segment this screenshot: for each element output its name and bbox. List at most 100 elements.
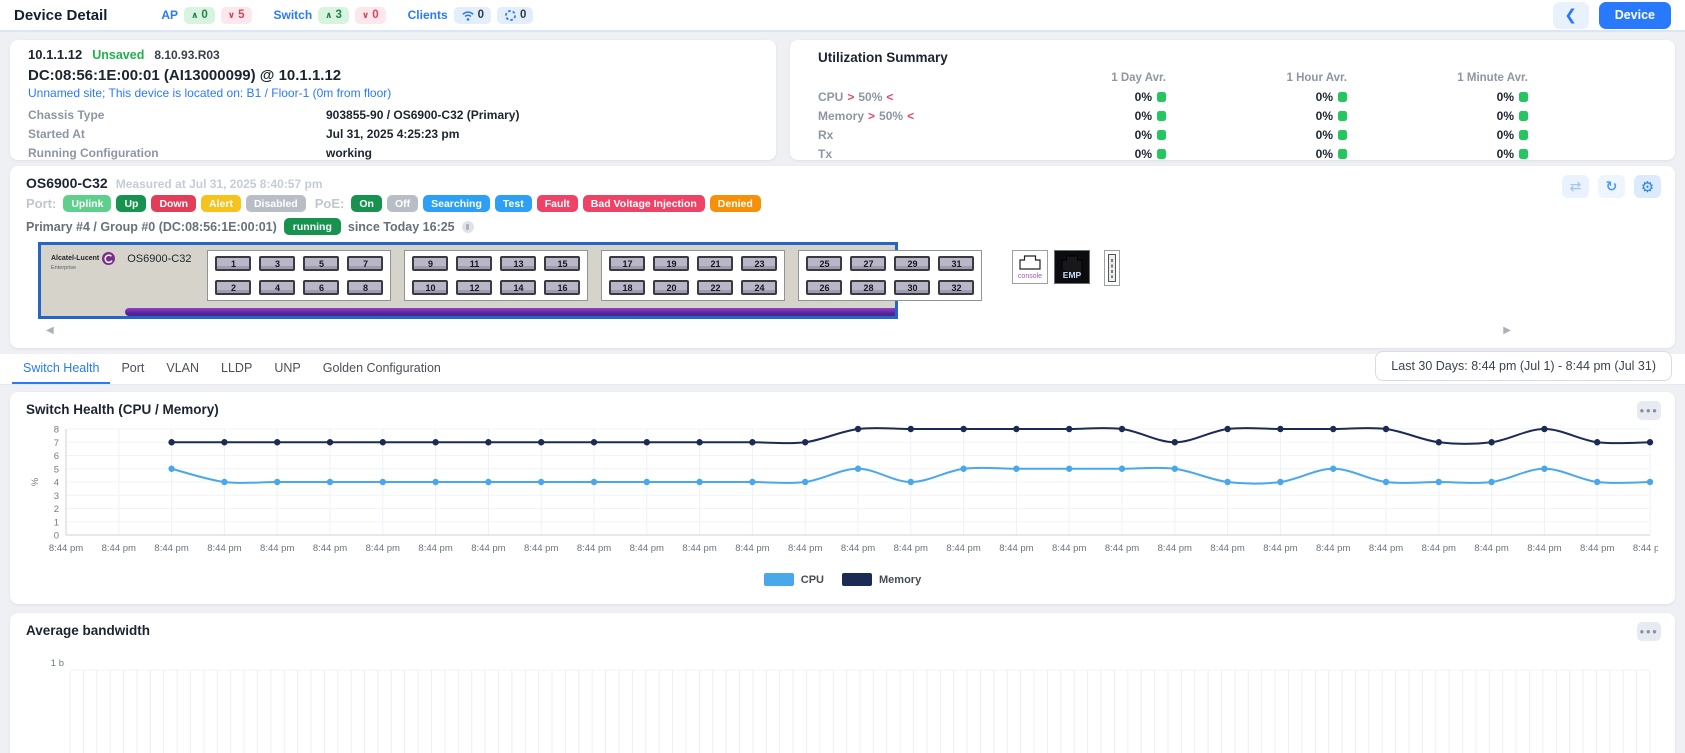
date-range-selector[interactable]: Last 30 Days: 8:44 pm (Jul 1) - 8:44 pm …: [1375, 351, 1672, 381]
port-25[interactable]: 25: [806, 256, 842, 271]
device-location-link[interactable]: Unnamed site; This device is located on:…: [28, 87, 758, 100]
port-17[interactable]: 17: [609, 256, 645, 271]
tabs: Switch HealthPortVLANLLDPUNPGolden Confi…: [12, 354, 452, 384]
utilization-percent: 0%: [1316, 147, 1333, 161]
gear-icon: ⚙: [1641, 178, 1654, 196]
tab-port[interactable]: Port: [110, 354, 155, 384]
clients-wifi-badge[interactable]: 0: [454, 7, 491, 24]
port-row: 26 28 30 32: [806, 280, 974, 295]
port-19[interactable]: 19: [653, 256, 689, 271]
device-attribute-row: Chassis Type903855-90 / OS6900-C32 (Prim…: [28, 105, 758, 124]
metric-name: Rx: [818, 128, 833, 142]
device-button[interactable]: Device: [1599, 2, 1671, 29]
port-6[interactable]: 6: [303, 280, 339, 295]
switch-up-badge[interactable]: ∧3: [318, 7, 349, 24]
port-24[interactable]: 24: [741, 280, 777, 295]
status-ok-indicator: [1519, 130, 1528, 140]
svg-text:4: 4: [54, 478, 59, 489]
usb-port[interactable]: [1104, 250, 1120, 286]
svg-text:0: 0: [54, 531, 59, 542]
threshold-gt: >: [847, 90, 854, 104]
utilization-card: Utilization Summary 1 Day Avr.1 Hour Avr…: [790, 40, 1675, 160]
clients-mesh-badge[interactable]: 0: [497, 7, 533, 24]
port-18[interactable]: 18: [609, 280, 645, 295]
port-31[interactable]: 31: [938, 256, 974, 271]
metric-name: Memory: [818, 109, 864, 123]
tab-lldp[interactable]: LLDP: [210, 354, 263, 384]
attribute-value: Jul 31, 2025 4:25:23 pm: [326, 127, 758, 141]
utilization-percent: 0%: [1497, 128, 1514, 142]
poe-status-badge-on: On: [351, 195, 382, 212]
console-port[interactable]: console: [1012, 250, 1048, 284]
ap-up-badge[interactable]: ∧0: [184, 7, 215, 24]
device-info-card: 10.1.1.12 Unsaved 8.10.93.R03 DC:08:56:1…: [10, 40, 776, 160]
utilization-value: 0%: [1347, 125, 1528, 144]
metric-name: CPU: [818, 90, 843, 104]
port-30[interactable]: 30: [894, 280, 930, 295]
port-15[interactable]: 15: [544, 256, 580, 271]
legend-item-memory[interactable]: Memory: [842, 573, 921, 586]
port-7[interactable]: 7: [347, 256, 383, 271]
device-attribute-row: Running Configurationworking: [28, 143, 758, 162]
port-status-badge-alert: Alert: [201, 195, 241, 212]
poe-status-badge-searching: Searching: [423, 195, 490, 212]
port-8[interactable]: 8: [347, 280, 383, 295]
switch-model-title: OS6900-C32: [26, 175, 108, 191]
svg-text:8:44 pm: 8:44 pm: [49, 543, 83, 554]
port-13[interactable]: 13: [500, 256, 536, 271]
chart-menu-button[interactable]: ●●●: [1637, 401, 1661, 420]
port-5[interactable]: 5: [303, 256, 339, 271]
metric-name: Tx: [818, 147, 832, 161]
svg-text:6: 6: [54, 451, 59, 462]
port-21[interactable]: 21: [697, 256, 733, 271]
threshold-gt: >: [868, 109, 875, 123]
legend-item-cpu[interactable]: CPU: [764, 573, 824, 586]
port-32[interactable]: 32: [938, 280, 974, 295]
port-2[interactable]: 2: [215, 280, 251, 295]
scroll-left-arrow[interactable]: ◀: [46, 325, 54, 336]
port-12[interactable]: 12: [456, 280, 492, 295]
settings-button[interactable]: ⚙: [1634, 175, 1661, 198]
port-28[interactable]: 28: [850, 280, 886, 295]
port-11[interactable]: 11: [456, 256, 492, 271]
ap-down-badge[interactable]: ∨5: [221, 7, 252, 24]
attribute-value: working: [326, 146, 758, 160]
tab-vlan[interactable]: VLAN: [155, 354, 210, 384]
tab-golden-configuration[interactable]: Golden Configuration: [312, 354, 452, 384]
svg-text:8:44 pm: 8:44 pm: [1316, 543, 1350, 554]
compare-button[interactable]: ⇄: [1562, 175, 1589, 198]
status-ok-indicator: [1519, 92, 1528, 102]
port-10[interactable]: 10: [412, 280, 448, 295]
port-1[interactable]: 1: [215, 256, 251, 271]
port-16[interactable]: 16: [544, 280, 580, 295]
info-icon[interactable]: [462, 221, 474, 233]
utilization-percent: 0%: [1135, 90, 1152, 104]
port-14[interactable]: 14: [500, 280, 536, 295]
refresh-button[interactable]: ↻: [1598, 175, 1625, 198]
port-3[interactable]: 3: [259, 256, 295, 271]
arrow-down-icon: ∨: [362, 9, 369, 22]
utilization-percent: 0%: [1316, 109, 1333, 123]
emp-port[interactable]: EMP: [1054, 250, 1090, 284]
running-status-badge: running: [284, 218, 341, 235]
chart-menu-button[interactable]: ●●●: [1637, 622, 1661, 641]
port-row: 25 27 29 31: [806, 256, 974, 271]
clients-summary: Clients 0 0: [408, 7, 534, 24]
port-29[interactable]: 29: [894, 256, 930, 271]
svg-text:8:44 pm: 8:44 pm: [1527, 543, 1561, 554]
svg-text:8:44 pm: 8:44 pm: [735, 543, 769, 554]
utilization-value: 0%: [985, 144, 1166, 163]
port-22[interactable]: 22: [697, 280, 733, 295]
port-23[interactable]: 23: [741, 256, 777, 271]
port-27[interactable]: 27: [850, 256, 886, 271]
status-ok-indicator: [1157, 130, 1166, 140]
switch-down-badge[interactable]: ∨0: [355, 7, 386, 24]
back-button[interactable]: ❮: [1553, 2, 1589, 29]
port-20[interactable]: 20: [653, 280, 689, 295]
port-26[interactable]: 26: [806, 280, 842, 295]
port-4[interactable]: 4: [259, 280, 295, 295]
scroll-right-arrow[interactable]: ▶: [1503, 325, 1511, 336]
tab-unp[interactable]: UNP: [263, 354, 311, 384]
port-9[interactable]: 9: [412, 256, 448, 271]
tab-switch-health[interactable]: Switch Health: [12, 354, 110, 384]
